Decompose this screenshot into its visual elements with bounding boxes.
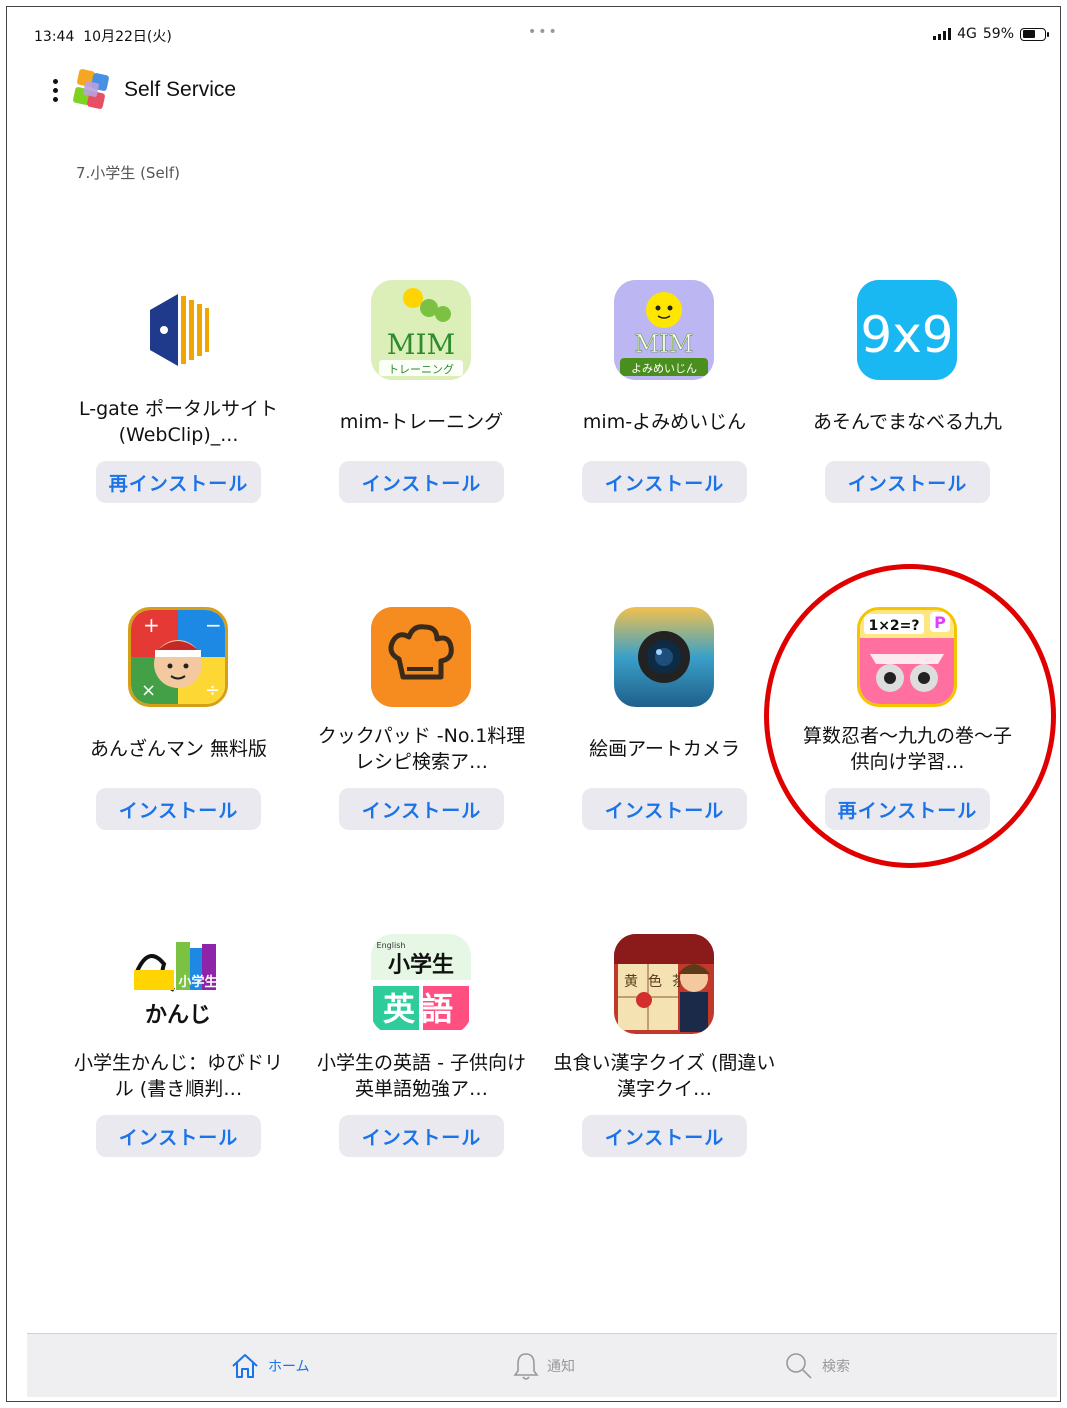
app-name: 小学生の英語 - 子供向け英単語勉強ア… (317, 1052, 526, 1100)
install-button[interactable]: インストール (96, 1115, 261, 1157)
tab-search[interactable]: 検索 (784, 1334, 850, 1398)
icon-text: 9x9 (860, 306, 953, 364)
icon-text: MIM (635, 330, 694, 358)
icon-tag: English (377, 941, 406, 950)
sansu-ninja-icon[interactable]: 1×2=? P (857, 607, 957, 707)
l-gate-icon[interactable] (128, 280, 228, 380)
install-button[interactable]: インストール (339, 788, 504, 830)
install-button[interactable]: インストール (825, 461, 990, 503)
cookpad-icon[interactable] (371, 607, 471, 707)
status-right: 4G 59% (933, 26, 1049, 42)
bell-icon (513, 1353, 539, 1380)
multitask-dots[interactable]: ••• (528, 24, 559, 40)
app-header: Self Service (46, 66, 236, 114)
battery-icon (1020, 27, 1049, 41)
category-title: 7.小学生 (Self) (76, 164, 180, 182)
tab-bar: ホーム 通知 検索 (27, 1333, 1057, 1397)
install-button[interactable]: インストール (582, 1115, 747, 1157)
app-card[interactable]: English 小学生 英語 小学生の英語 - 子供向け英単語勉強ア… インスト… (300, 934, 543, 1174)
app-card[interactable]: MIM よみめいじん mim-よみめいじん インストール (543, 280, 786, 520)
icon-subtext: 小学生 (178, 974, 217, 990)
shogakusei-eigo-icon[interactable]: English 小学生 英語 (371, 934, 471, 1034)
app-card[interactable]: クックパッド -No.1料理レシピ検索ア… インストール (300, 607, 543, 847)
signal-icon (933, 28, 952, 40)
app-name: mim-よみめいじん (582, 411, 747, 433)
mim-yomimeijin-icon[interactable]: MIM よみめいじん (614, 280, 714, 380)
battery-percent: 59% (982, 26, 1014, 42)
kuku-9x9-icon[interactable]: 9x9 (857, 280, 957, 380)
status-time-date: 13:44 10月22日(火) (34, 26, 172, 46)
icon-text: MIM (387, 328, 455, 361)
app-card[interactable]: 9x9 あそんでまなべる九九 インストール (786, 280, 1029, 520)
icon-text: かんじ (145, 1003, 211, 1028)
tab-home[interactable]: ホーム (230, 1334, 310, 1398)
icon-subtext: トレーニング (388, 362, 454, 376)
tab-notifications-label: 通知 (547, 1359, 575, 1375)
icon-subtext: 小学生 (388, 952, 454, 978)
tab-notifications[interactable]: 通知 (513, 1334, 575, 1398)
art-camera-icon[interactable] (614, 607, 714, 707)
app-card[interactable]: 小学生 かんじ 小学生かんじ：ゆびドリル (書き順判… インストール (57, 934, 300, 1174)
more-menu-icon[interactable] (46, 78, 64, 102)
app-card[interactable]: L-gate ポータルサイト (WebClip)_... 再インストール (57, 280, 300, 520)
install-button[interactable]: インストール (582, 788, 747, 830)
app-name: 虫食い漢字クイズ (間違い漢字クイ… (553, 1052, 776, 1100)
status-date: 10月22日(火) (83, 29, 172, 45)
install-button[interactable]: インストール (339, 461, 504, 503)
app-card[interactable]: 絵画アートカメラ インストール (543, 607, 786, 847)
install-button[interactable]: インストール (339, 1115, 504, 1157)
self-service-logo-icon (70, 68, 114, 112)
app-card[interactable]: 1×2=? P 算数忍者〜九九の巻〜子供向け学習… 再インストール (786, 607, 1029, 847)
icon-subtext: よみめいじん (631, 362, 697, 375)
svg-text:÷: ÷ (205, 680, 220, 701)
app-name: mim-トレーニング (339, 411, 504, 433)
app-name: あんざんマン 無料版 (89, 738, 268, 760)
app-name: クックパッド -No.1料理レシピ検索ア… (317, 725, 526, 773)
shogakusei-kanji-icon[interactable]: 小学生 かんじ (128, 934, 228, 1034)
icon-text: 1×2=? (868, 618, 919, 634)
svg-text:+: + (143, 613, 160, 637)
app-name: 算数忍者〜九九の巻〜子供向け学習… (802, 725, 1012, 773)
app-name: L-gate ポータルサイト (WebClip)_... (79, 398, 278, 446)
app-card[interactable]: 新黄色茶 虫食い漢字クイズ (間違い漢字クイ… インストール (543, 934, 786, 1174)
icon-badge: P (934, 613, 946, 632)
app-name: あそんでまなべる九九 (812, 411, 1003, 433)
status-bar: 13:44 10月22日(火) ••• 4G 59% (34, 24, 1054, 46)
app-card[interactable]: MIM トレーニング mim-トレーニング インストール (300, 280, 543, 520)
app-name: 小学生かんじ：ゆびドリル (書き順判… (73, 1052, 283, 1100)
reinstall-button[interactable]: 再インストール (96, 461, 261, 503)
mushikui-kanji-icon[interactable]: 新黄色茶 (614, 934, 714, 1034)
install-button[interactable]: インストール (96, 788, 261, 830)
app-card[interactable]: + − × ÷ あんざんマン 無料版 インストール (57, 607, 300, 847)
reinstall-button[interactable]: 再インストール (825, 788, 990, 830)
svg-text:×: × (141, 680, 156, 701)
network-type: 4G (957, 26, 977, 42)
status-time: 13:44 (34, 29, 75, 45)
tab-home-label: ホーム (268, 1359, 310, 1375)
search-icon (786, 1353, 812, 1379)
app-name: 絵画アートカメラ (589, 738, 740, 760)
svg-text:−: − (205, 613, 222, 637)
icon-text: 英語 (383, 990, 459, 1028)
install-button[interactable]: インストール (582, 461, 747, 503)
home-icon (232, 1354, 258, 1378)
tab-search-label: 検索 (822, 1359, 850, 1375)
mim-training-icon[interactable]: MIM トレーニング (371, 280, 471, 380)
app-title: Self Service (124, 78, 237, 101)
anzanman-icon[interactable]: + − × ÷ (128, 607, 228, 707)
